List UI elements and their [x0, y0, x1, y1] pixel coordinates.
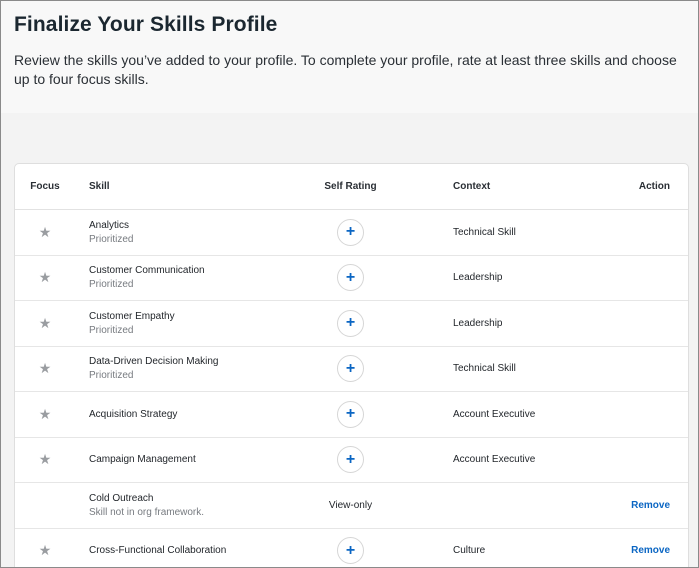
skill-name: Cross-Functional Collaboration [89, 545, 227, 557]
skill-name: Campaign Management [89, 454, 196, 466]
skill-subtext: Prioritized [89, 279, 134, 291]
plus-icon: + [345, 405, 356, 423]
table-row: ★ Customer Communication Prioritized + Leade… [15, 256, 688, 301]
self-rating-cell: + [289, 537, 412, 565]
add-rating-button[interactable]: + [337, 400, 364, 428]
star-icon[interactable]: ★ [39, 225, 52, 239]
skill-cell: Data-Driven Decision Making Prioritized [75, 355, 289, 382]
skill-subtext: Skill not in org framework. [89, 506, 205, 518]
add-rating-button[interactable]: + [337, 264, 364, 292]
action-cell: Remove [572, 545, 688, 556]
plus-icon: + [345, 314, 356, 332]
star-icon[interactable]: ★ [39, 543, 52, 557]
column-header-focus: Focus [30, 181, 60, 192]
app-window: Finalize Your Skills Profile Review the … [0, 0, 699, 568]
table-header: Focus Skill Self Rating Context Action [15, 164, 688, 210]
star-icon[interactable]: ★ [39, 407, 52, 421]
table-row: ★ Data-Driven Decision Making Prioritized +… [15, 347, 688, 392]
column-header-context: Context [453, 181, 491, 192]
skill-name: Cold Outreach [89, 492, 154, 504]
focus-cell: ★ [15, 316, 75, 331]
table-body: ★ Analytics Prioritized + Technical Skill ★ Cu… [15, 210, 688, 568]
focus-cell: ★ [15, 270, 75, 285]
remove-link[interactable]: Remove [631, 545, 670, 556]
skill-cell: Cross-Functional Collaboration [75, 544, 289, 557]
context-cell: Account Executive [453, 408, 536, 420]
star-icon[interactable]: ★ [39, 361, 52, 375]
skill-name: Analytics [89, 219, 130, 231]
skills-table: Focus Skill Self Rating Context Action ★… [14, 163, 689, 568]
skill-name: Customer Empathy [89, 310, 175, 322]
remove-link[interactable]: Remove [631, 500, 670, 511]
skill-name: Customer Communication [89, 265, 205, 277]
self-rating-cell: + [289, 218, 412, 246]
focus-cell: ★ [15, 452, 75, 467]
page-header: Finalize Your Skills Profile Review the … [1, 1, 698, 113]
column-header-skill: Skill [89, 181, 110, 192]
skill-cell: Cold Outreach Skill not in org framework. [75, 492, 289, 519]
view-only-label: View-only [328, 499, 373, 511]
skill-cell: Campaign Management [75, 453, 289, 466]
self-rating-cell: View-only [289, 500, 412, 511]
skill-name: Acquisition Strategy [89, 408, 178, 420]
column-header-action: Action [638, 181, 670, 192]
skill-cell: Customer Empathy Prioritized [75, 310, 289, 337]
plus-icon: + [345, 223, 356, 241]
skill-cell: Acquisition Strategy [75, 408, 289, 421]
table-row: ★ Acquisition Strategy + Account Executive [15, 392, 688, 438]
column-header-self-rating: Self Rating [324, 181, 377, 192]
self-rating-cell: + [289, 446, 412, 474]
plus-icon: + [345, 541, 356, 559]
context-cell: Account Executive [453, 454, 536, 466]
focus-cell: ★ [15, 407, 75, 422]
plus-icon: + [345, 450, 356, 468]
self-rating-cell: + [289, 309, 412, 337]
table-row: ★ Campaign Management + Account Executive [15, 438, 688, 483]
context-cell: Leadership [453, 272, 503, 284]
table-row: ★ Customer Empathy Prioritized + Leadership [15, 301, 688, 347]
table-row: ★ Cross-Functional Collaboration + Culture R… [15, 529, 688, 568]
context-cell: Culture [453, 545, 486, 557]
self-rating-cell: + [289, 264, 412, 292]
page-description: Review the skills you’ve added to your p… [14, 52, 677, 87]
action-cell: Remove [572, 500, 688, 511]
table-row: Cold Outreach Skill not in org framework.… [15, 483, 688, 529]
self-rating-cell: + [289, 355, 412, 383]
skill-subtext: Prioritized [89, 233, 134, 245]
skill-cell: Customer Communication Prioritized [75, 264, 289, 291]
add-rating-button[interactable]: + [337, 355, 364, 383]
page-title: Finalize Your Skills Profile [14, 13, 278, 36]
add-rating-button[interactable]: + [337, 537, 364, 565]
context-cell: Technical Skill [453, 363, 516, 375]
skill-subtext: Prioritized [89, 324, 134, 336]
skill-subtext: Prioritized [89, 370, 134, 382]
add-rating-button[interactable]: + [337, 446, 364, 474]
plus-icon: + [345, 268, 356, 286]
table-row: ★ Analytics Prioritized + Technical Skill [15, 210, 688, 256]
add-rating-button[interactable]: + [337, 218, 364, 246]
focus-cell: ★ [15, 225, 75, 240]
context-cell: Leadership [453, 317, 503, 329]
star-icon[interactable]: ★ [39, 270, 52, 284]
focus-cell: ★ [15, 543, 75, 558]
skill-cell: Analytics Prioritized [75, 219, 289, 246]
skill-name: Data-Driven Decision Making [89, 356, 219, 368]
context-cell: Technical Skill [453, 226, 516, 238]
star-icon[interactable]: ★ [39, 316, 52, 330]
plus-icon: + [345, 359, 356, 377]
add-rating-button[interactable]: + [337, 309, 364, 337]
star-icon[interactable]: ★ [39, 452, 52, 466]
self-rating-cell: + [289, 400, 412, 428]
focus-cell: ★ [15, 361, 75, 376]
